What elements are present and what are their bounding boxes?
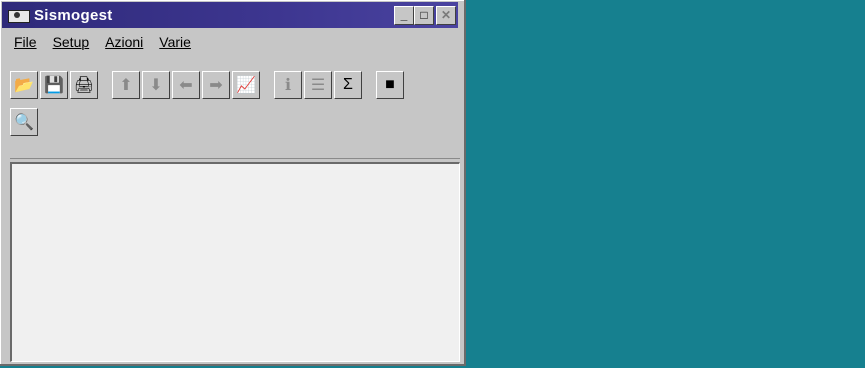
menu-varie[interactable]: Varie <box>159 34 191 56</box>
camera-icon <box>8 7 30 23</box>
stop-icon[interactable]: ■ <box>376 71 404 99</box>
sum-icon[interactable]: Σ <box>334 71 362 99</box>
arrow-up-icon[interactable]: ⬆ <box>112 71 140 99</box>
window-title: Sismogest <box>34 6 113 24</box>
window-controls: _ □ ✕ <box>394 5 456 25</box>
menu-file[interactable]: File <box>14 34 37 56</box>
list-icon[interactable]: ☰ <box>304 71 332 99</box>
menu-bar: File Setup Azioni Varie <box>14 34 191 56</box>
separator <box>10 158 460 159</box>
info-icon[interactable]: ℹ <box>274 71 302 99</box>
menu-azioni[interactable]: Azioni <box>105 34 143 56</box>
maximize-button[interactable]: □ <box>414 5 434 25</box>
toolbar: 📂 💾 🖨 ⬆ ⬇ ⬅ ➡ 📈 ℹ ☰ Σ ■ <box>10 70 406 100</box>
print-icon[interactable]: 🖨 <box>70 71 98 99</box>
arrow-right-icon[interactable]: ➡ <box>202 71 230 99</box>
arrow-left-icon[interactable]: ⬅ <box>172 71 200 99</box>
app-window: Sismogest _ □ ✕ File Setup Azioni Varie … <box>0 0 466 366</box>
chart-icon[interactable]: 📈 <box>232 71 260 99</box>
view-icon[interactable]: 🔍 <box>10 108 38 136</box>
content-area[interactable] <box>10 162 460 362</box>
arrow-down-icon[interactable]: ⬇ <box>142 71 170 99</box>
open-folder-icon[interactable]: 📂 <box>10 71 38 99</box>
secondary-toolbar: 🔍 <box>10 108 40 136</box>
close-button[interactable]: ✕ <box>436 5 456 25</box>
menu-setup[interactable]: Setup <box>53 34 90 56</box>
minimize-button[interactable]: _ <box>394 5 414 25</box>
save-disk-icon[interactable]: 💾 <box>40 71 68 99</box>
title-bar[interactable]: Sismogest _ □ ✕ <box>2 2 458 28</box>
